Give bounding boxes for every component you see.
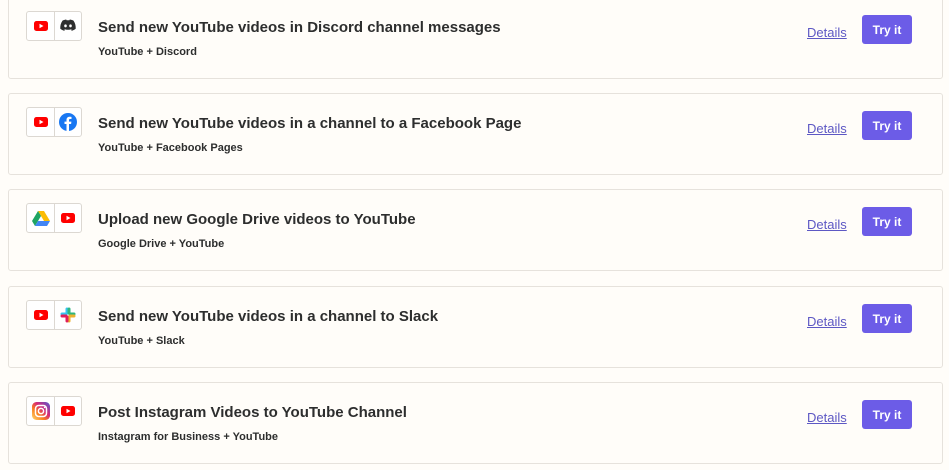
try-it-button[interactable]: Try it <box>862 111 912 140</box>
app-icons <box>26 107 82 137</box>
discord-icon <box>54 12 81 40</box>
zap-apps: YouTube + Slack <box>98 335 185 347</box>
youtube-icon <box>27 12 54 40</box>
try-it-button[interactable]: Try it <box>862 15 912 44</box>
app-icons <box>26 11 82 41</box>
facebook-icon <box>54 108 81 136</box>
youtube-icon <box>27 108 54 136</box>
zap-template-card: Send new YouTube videos in a channel to … <box>8 93 943 175</box>
zap-title: Send new YouTube videos in a channel to … <box>98 308 439 325</box>
details-link[interactable]: Details <box>807 314 847 329</box>
app-icons <box>26 396 82 426</box>
zap-apps: YouTube + Discord <box>98 46 197 58</box>
zap-title: Send new YouTube videos in a channel to … <box>98 115 522 132</box>
zap-template-card: Send new YouTube videos in Discord chann… <box>8 0 943 79</box>
zap-title: Post Instagram Videos to YouTube Channel <box>98 404 407 421</box>
youtube-icon <box>27 301 54 329</box>
zap-title: Send new YouTube videos in Discord chann… <box>98 19 501 36</box>
app-icons <box>26 300 82 330</box>
zap-template-card: Post Instagram Videos to YouTube Channel… <box>8 382 943 464</box>
zap-template-card: Upload new Google Drive videos to YouTub… <box>8 189 943 271</box>
app-icons <box>26 203 82 233</box>
google-drive-icon <box>27 204 54 232</box>
try-it-button[interactable]: Try it <box>862 207 912 236</box>
try-it-button[interactable]: Try it <box>862 400 912 429</box>
instagram-icon <box>27 397 54 425</box>
zap-title: Upload new Google Drive videos to YouTub… <box>98 211 416 228</box>
details-link[interactable]: Details <box>807 25 847 40</box>
zap-apps: YouTube + Facebook Pages <box>98 142 243 154</box>
details-link[interactable]: Details <box>807 121 847 136</box>
youtube-icon <box>54 204 81 232</box>
details-link[interactable]: Details <box>807 410 847 425</box>
zap-apps: Instagram for Business + YouTube <box>98 431 279 443</box>
details-link[interactable]: Details <box>807 217 847 232</box>
youtube-icon <box>54 397 81 425</box>
try-it-button[interactable]: Try it <box>862 304 912 333</box>
zap-template-list: Send new YouTube videos in Discord chann… <box>0 0 949 470</box>
zap-apps: Google Drive + YouTube <box>98 238 225 250</box>
zap-template-card: Send new YouTube videos in a channel to … <box>8 286 943 368</box>
slack-icon <box>54 301 81 329</box>
